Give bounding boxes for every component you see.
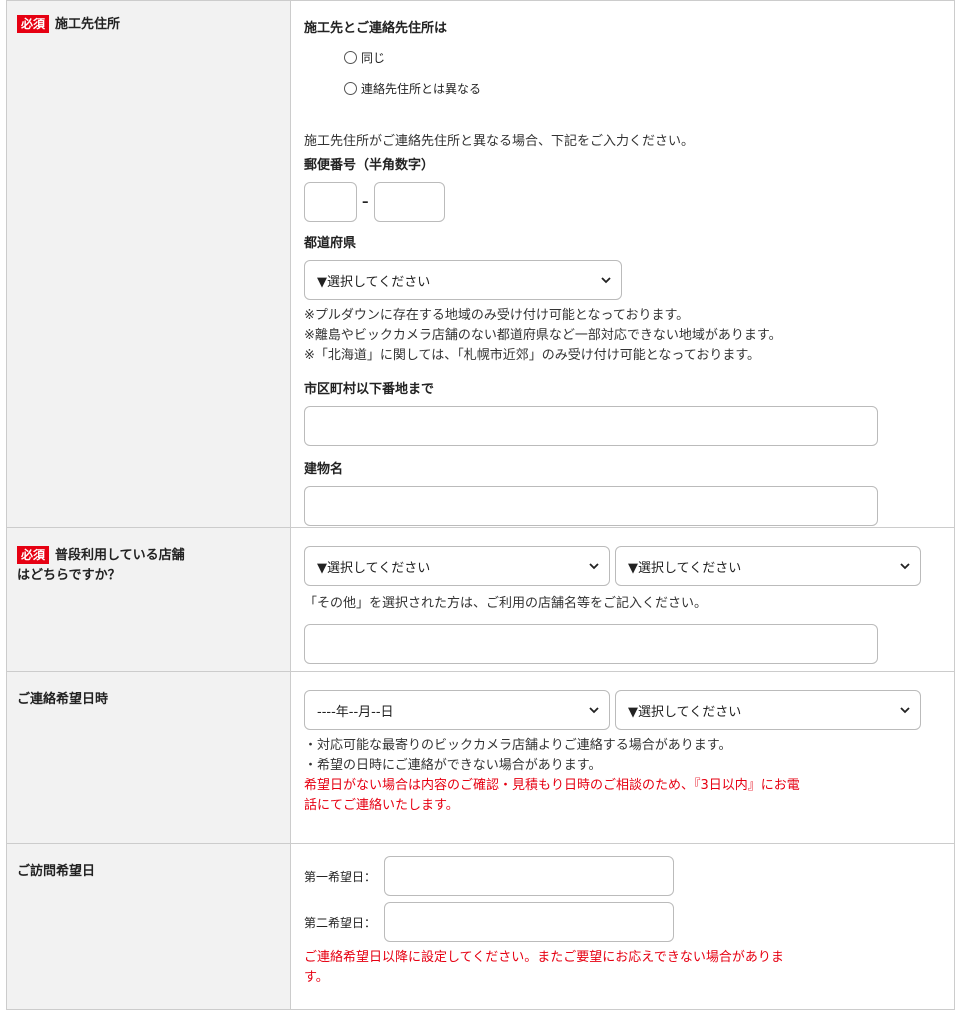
contact-date-select[interactable]: ----年--月--日 (304, 690, 610, 730)
radio-label: 連絡先住所とは異なる (361, 82, 482, 96)
visit-content: 第一希望日： 第二希望日： ご連絡希望日以降に設定してください。またご要望にお応… (291, 844, 954, 1009)
select-value: ▼選択してください (628, 704, 742, 720)
visit-red-note-1: ご連絡希望日以降に設定してください。またご要望にお応えできない場合がありま (304, 950, 784, 965)
contact-note-2: ・希望の日時にご連絡ができない場合があります。 (304, 758, 602, 773)
chevron-down-icon (900, 563, 910, 570)
radio-different[interactable]: 連絡先住所とは異なる (304, 73, 942, 104)
row-label-visit: ご訪問希望日 (7, 844, 291, 1009)
select-value: ▼選択してください (317, 274, 431, 290)
required-badge: 必須 (17, 15, 50, 33)
radio-circle[interactable] (344, 51, 357, 64)
select-value: ▼選択してください (628, 560, 742, 576)
zip-label: 郵便番号（半角数字） (304, 158, 435, 173)
row-label-store: 必須 普段利用している店舗 はどちらですか？ (7, 528, 291, 671)
zip-second-input[interactable] (373, 182, 445, 222)
label-text: 施工先住所 (55, 17, 121, 32)
label-text-line1: 普段利用している店舗 (55, 548, 185, 563)
visit-second-label: 第二希望日： (304, 915, 377, 930)
radio-circle[interactable] (344, 82, 357, 95)
visit-first-line: 第一希望日： (304, 856, 942, 896)
visit-red-note-2: す。 (304, 970, 329, 985)
store-select-1[interactable]: ▼選択してください (304, 546, 610, 586)
store-note: 「その他」を選択された方は、ご利用の店舗名等をご記入ください。 (304, 596, 708, 611)
select-value: ▼選択してください (317, 560, 431, 576)
prefecture-select[interactable]: ▼選択してください (304, 260, 622, 300)
chevron-down-icon (601, 277, 611, 284)
row-construction-address: 必須 施工先住所 施工先とご連絡先住所は 同じ 連絡先住所とは異なる 施工先住所が… (7, 0, 954, 528)
address-content: 施工先とご連絡先住所は 同じ 連絡先住所とは異なる 施工先住所がご連絡先住所と異… (291, 1, 954, 527)
visit-first-label: 第一希望日： (304, 869, 377, 884)
contact-red-note-2: 話にてご連絡いたします。 (304, 798, 459, 813)
address-instruction: 施工先住所がご連絡先住所と異なる場合、下記をご入力ください。 (304, 134, 695, 149)
radio-same[interactable]: 同じ (304, 42, 942, 73)
contact-time-select[interactable]: ▼選択してください (615, 690, 921, 730)
zip-first-input[interactable] (304, 182, 357, 222)
address-question: 施工先とご連絡先住所は (304, 21, 448, 36)
store-select-group: ▼選択してください ▼選択してください (304, 546, 942, 586)
contact-red-note-1: 希望日がない場合は内容のご確認・見積もり日時のご相談のため、『3日以内』にお電 (304, 778, 800, 793)
contact-content: ----年--月--日 ▼選択してください ・対応可能な最寄りのビックカメラ店舗… (291, 672, 954, 843)
row-label-contact: ご連絡希望日時 (7, 672, 291, 843)
chevron-down-icon (589, 707, 599, 714)
form-table: 必須 施工先住所 施工先とご連絡先住所は 同じ 連絡先住所とは異なる 施工先住所が… (6, 0, 955, 1010)
row-label-construction-address: 必須 施工先住所 (7, 1, 291, 527)
address-note-2: ※離島やビックカメラ店舗のない都道府県など一部対応できない地域があります。 (304, 328, 782, 343)
row-visit-date: ご訪問希望日 第一希望日： 第二希望日： ご連絡希望日以降に設定してください。ま… (7, 844, 954, 1010)
store-select-2[interactable]: ▼選択してください (615, 546, 921, 586)
contact-note-1: ・対応可能な最寄りのビックカメラ店舗よりご連絡する場合があります。 (304, 738, 732, 753)
visit-first-input[interactable] (384, 856, 674, 896)
visit-second-input[interactable] (384, 902, 674, 942)
address-note-1: ※プルダウンに存在する地域のみ受け付け可能となっております。 (304, 308, 690, 323)
row-contact-datetime: ご連絡希望日時 ----年--月--日 ▼選択してください ・対応可能な最寄りの… (7, 672, 954, 844)
building-label: 建物名 (304, 462, 344, 477)
store-other-input[interactable] (304, 624, 878, 664)
city-input[interactable] (304, 406, 878, 446)
chevron-down-icon (589, 563, 599, 570)
label-text-line2: はどちらですか？ (17, 568, 121, 583)
chevron-down-icon (900, 707, 910, 714)
radio-label: 同じ (361, 51, 386, 65)
contact-select-group: ----年--月--日 ▼選択してください (304, 690, 942, 730)
visit-second-line: 第二希望日： (304, 902, 942, 942)
building-input[interactable] (304, 486, 878, 526)
prefecture-label: 都道府県 (304, 236, 357, 251)
city-label: 市区町村以下番地まで (304, 382, 435, 397)
select-value: ----年--月--日 (317, 704, 394, 720)
required-badge: 必須 (17, 546, 50, 564)
address-note-3: ※「北海道」に関しては、「札幌市近郊」のみ受け付け可能となっております。 (304, 348, 761, 363)
store-content: ▼選択してください ▼選択してください 「その他」を選択された方は、ご利用の店舗… (291, 528, 954, 671)
row-store: 必須 普段利用している店舗 はどちらですか？ ▼選択してください ▼選択してくださ… (7, 528, 954, 672)
zip-dash: – (362, 194, 369, 210)
zip-group: – (304, 182, 942, 222)
